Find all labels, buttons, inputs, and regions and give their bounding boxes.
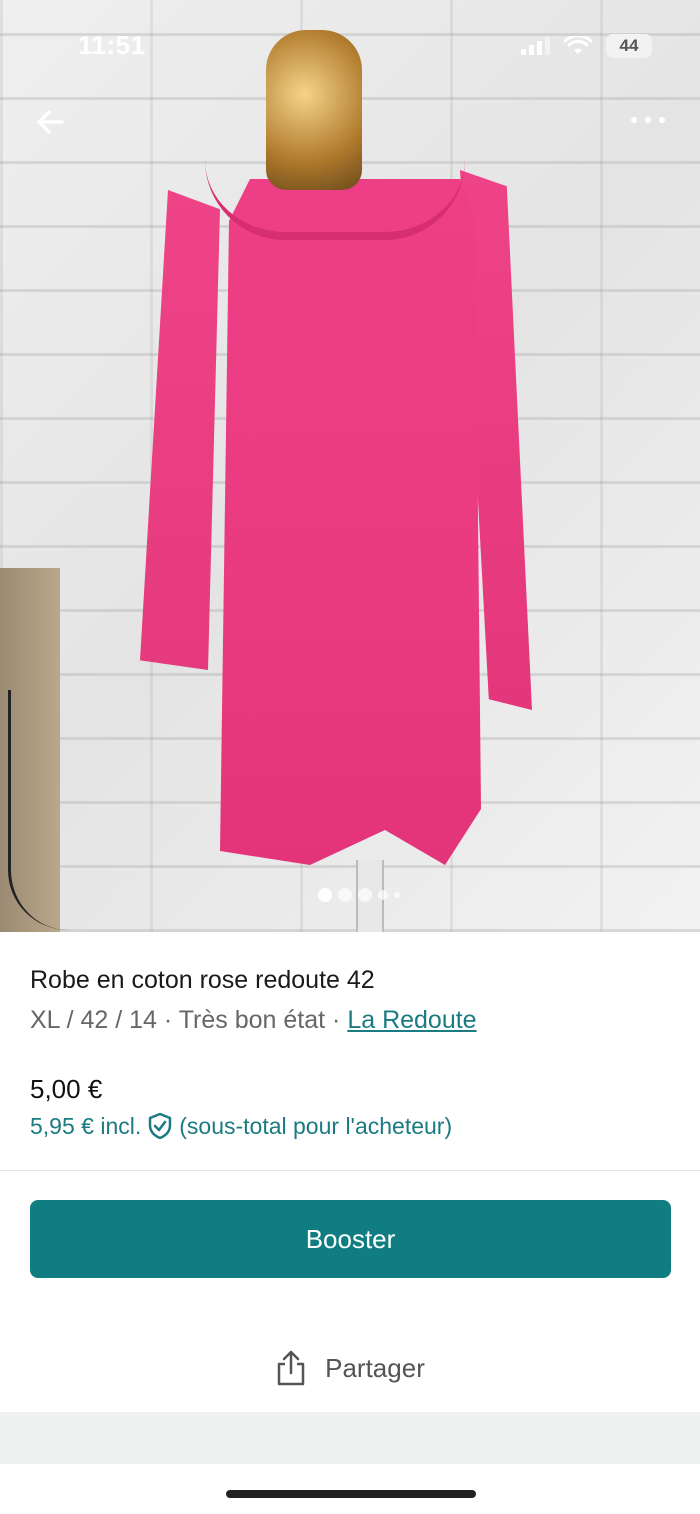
item-details: XL / 42 / 14 · Très bon état · La Redout… (30, 1006, 477, 1035)
wifi-icon (564, 36, 592, 54)
back-button[interactable] (32, 102, 72, 142)
price-incl-value: 5,95 € incl. (30, 1112, 142, 1139)
item-price: 5,00 € (30, 1074, 103, 1104)
bottom-gray-band (0, 1412, 700, 1464)
brand-link[interactable]: La Redoute (347, 1006, 476, 1034)
price-incl-protection[interactable]: 5,95 € incl. (sous-total pour l'acheteur… (30, 1112, 452, 1140)
carousel-dot[interactable] (338, 888, 352, 902)
more-options-button[interactable] (626, 108, 670, 132)
booster-button[interactable]: Booster (30, 1200, 671, 1278)
dress-neckline (205, 160, 465, 240)
pink-dress (220, 179, 481, 865)
arrow-left-icon (37, 110, 64, 134)
carousel-dot[interactable] (378, 890, 388, 900)
more-dots-icon (631, 117, 665, 123)
carousel-indicator (0, 888, 700, 902)
share-button[interactable]: Partager (0, 1338, 700, 1398)
divider (0, 1170, 700, 1171)
carousel-dot[interactable] (394, 892, 400, 898)
buyer-subtotal-note: (sous-total pour l'acheteur) (179, 1112, 453, 1139)
home-indicator[interactable] (226, 1490, 476, 1498)
item-title: Robe en coton rose redoute 42 (30, 966, 375, 994)
carousel-dot[interactable] (358, 888, 372, 902)
product-image[interactable]: 11:51 44 (0, 0, 700, 932)
battery-indicator: 44 (606, 34, 652, 58)
share-label: Partager (325, 1352, 425, 1383)
carousel-dot[interactable] (318, 888, 332, 902)
status-time: 11:51 (78, 30, 146, 60)
signal-icon (521, 37, 550, 55)
status-icons: 44 (521, 34, 652, 58)
share-icon (277, 1350, 305, 1386)
item-size-condition: XL / 42 / 14 · Très bon état · (30, 1006, 348, 1034)
top-bar: 11:51 44 (0, 0, 700, 160)
shield-check-icon (149, 1112, 172, 1140)
